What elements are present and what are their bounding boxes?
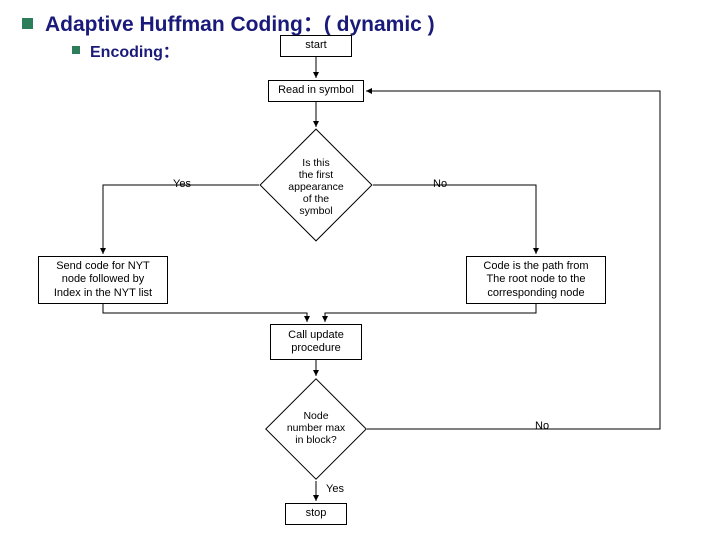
node-stop-label: stop (306, 507, 327, 520)
node-read: Read in symbol (268, 80, 364, 102)
node-stop: stop (285, 503, 347, 525)
node-code-path: Code is the path from The root node to t… (466, 256, 606, 304)
node-update: Call update procedure (270, 324, 362, 360)
node-send-nyt: Send code for NYT node followed by Index… (38, 256, 168, 304)
label-yes-1: Yes (173, 178, 191, 190)
node-code-path-label: Code is the path from The root node to t… (483, 260, 588, 300)
label-no-1: No (433, 178, 447, 190)
subtitle-row: Encoding： (72, 38, 179, 62)
bullet-icon (72, 46, 80, 54)
subtitle: Encoding： (90, 38, 179, 62)
node-start-label: start (305, 39, 326, 52)
node-start: start (280, 35, 352, 57)
node-read-label: Read in symbol (278, 84, 354, 97)
label-yes-2: Yes (326, 483, 344, 495)
node-decision-max (265, 378, 367, 480)
node-send-nyt-label: Send code for NYT node followed by Index… (54, 260, 152, 300)
bullet-icon (22, 18, 33, 29)
node-update-label: Call update procedure (288, 329, 344, 355)
label-no-2: No (535, 420, 549, 432)
title-row: Adaptive Huffman Coding：( dynamic ) (22, 8, 435, 38)
page-title: Adaptive Huffman Coding：( dynamic ) (45, 8, 435, 38)
node-decision-first-appearance (259, 128, 372, 241)
